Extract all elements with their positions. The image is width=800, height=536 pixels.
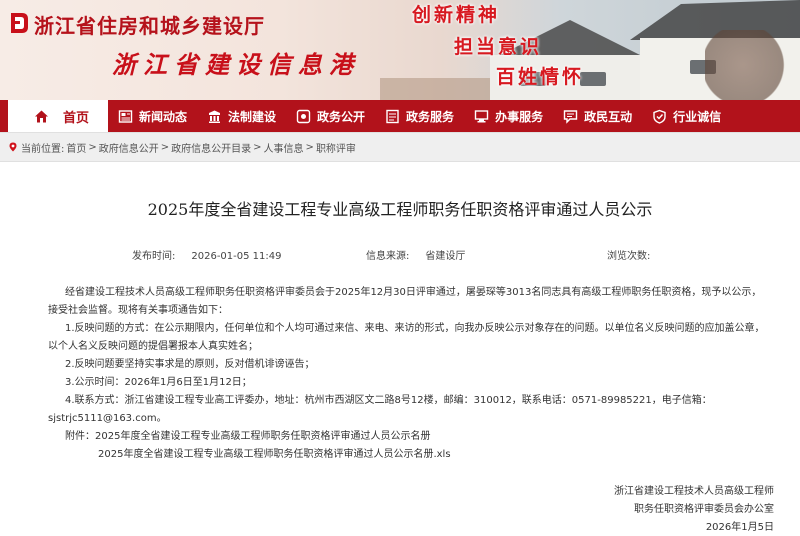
publish-time: 发布时间: 2026-01-05 11:49 (132, 247, 282, 262)
breadcrumb-separator: > (253, 141, 262, 153)
nav-item-label: 办事服务 (495, 109, 544, 124)
breadcrumb-link-personnel[interactable]: 人事信息 (264, 140, 304, 155)
nav-item-credit[interactable]: 行业诚信 (642, 100, 731, 132)
nav-item-handling[interactable]: 办事服务 (464, 100, 553, 132)
handling-icon (474, 109, 489, 124)
home-icon (34, 109, 49, 124)
article-paragraph: 以个人名义反映问题的提倡署报本人真实姓名； (48, 341, 258, 352)
credit-icon (652, 109, 667, 124)
signature-date: 2026年1月5日 (705, 522, 774, 533)
email-link[interactable]: sjstrjc5111@163.com。 (48, 409, 167, 424)
article-paragraph: 接受社会监督。现将有关事项通告如下： (48, 305, 228, 316)
slogan-text: 担当意识 (454, 36, 543, 58)
nav-item-label: 行业诚信 (673, 109, 722, 124)
nav-item-label: 法制建设 (228, 109, 277, 124)
nav-item-label: 政务公开 (317, 109, 366, 124)
nav-item-label: 首页 (63, 110, 90, 126)
breadcrumb-link-gov-info-catalog[interactable]: 政府信息公开目录 (171, 140, 251, 155)
site-logo-icon[interactable] (8, 10, 30, 36)
law-icon (207, 109, 222, 124)
nav-item-law[interactable]: 法制建设 (197, 100, 286, 132)
nav-item-interaction[interactable]: 政民互动 (553, 100, 642, 132)
breadcrumb-prefix: 当前位置: (21, 143, 65, 155)
nav-item-disclosure[interactable]: 政务公开 (286, 100, 375, 132)
attachment-link[interactable]: 附件：2025年度全省建设工程专业高级工程师职务任职资格评审通过人员公示名册 (65, 427, 430, 442)
site-subtitle: 浙江省建设信息港 (112, 50, 360, 79)
site-title[interactable]: 浙江省住房和城乡建设厅 (34, 10, 265, 39)
breadcrumb-separator: > (160, 141, 170, 153)
signature-line: 职务任职资格评审委员会办公室 (634, 504, 774, 515)
publish-time-value: 2026-01-05 11:49 (191, 251, 282, 262)
info-source: 信息来源: 省建设厅 (366, 247, 465, 262)
breadcrumb: 当前位置: 首页 > 政府信息公开 > 政府信息公开目录 > 人事信息 > 职称… (0, 132, 800, 162)
banner-tree (705, 30, 800, 100)
breadcrumb-separator: > (305, 141, 314, 153)
nav-item-label: 新闻动态 (139, 109, 188, 124)
article-paragraph: 2.反映问题要坚持实事求是的原则，反对借机诽谤诬告； (65, 359, 315, 370)
info-source-label: 信息来源: (366, 251, 410, 262)
interaction-icon (563, 109, 578, 124)
article-paragraph: 3.公示时间：2026年1月6日至1月12日； (65, 377, 252, 388)
attachment-file-link[interactable]: 2025年度全省建设工程专业高级工程师职务任职资格评审通过人员公示名册.xls (98, 445, 451, 460)
nav-item-home[interactable]: 首页 (8, 100, 108, 132)
slogan-text: 创新精神 (412, 4, 501, 26)
service-icon (385, 109, 400, 124)
location-pin-icon (9, 142, 17, 152)
info-source-value: 省建设厅 (425, 251, 466, 262)
publish-time-label: 发布时间: (132, 251, 176, 262)
nav-item-label: 政务服务 (406, 109, 455, 124)
slogan-text: 百姓情怀 (496, 66, 585, 88)
nav-item-news[interactable]: 新闻动态 (108, 100, 197, 132)
breadcrumb-separator: > (88, 141, 97, 153)
article-title: 2025年度全省建设工程专业高级工程师职务任职资格评审通过人员公示 (147, 200, 653, 219)
breadcrumb-link-title-review[interactable]: 职称评审 (316, 140, 356, 155)
view-count-label: 浏览次数: (607, 251, 651, 262)
nav-item-service[interactable]: 政务服务 (375, 100, 464, 132)
header-banner: 浙江省住房和城乡建设厅 浙江省建设信息港 创新精神 担当意识 百姓情怀 (0, 0, 800, 100)
breadcrumb-link-gov-info[interactable]: 政府信息公开 (99, 140, 159, 155)
nav-item-label: 政民互动 (584, 109, 633, 124)
disclosure-icon (296, 109, 311, 124)
article-paragraph: 4.联系方式：浙江省建设工程专业高工评委办，地址：杭州市西湖区文二路8号12楼，… (65, 395, 712, 406)
view-count: 浏览次数: (607, 247, 650, 262)
article-paragraph: 经省建设工程技术人员高级工程师职务任职资格评审委员会于2025年12月30日评审… (65, 287, 762, 298)
main-nav: 首页 新闻动态 法制建设 政务公开 政务服务 办事服务 政民互动 行业诚信 (0, 100, 800, 132)
newspaper-icon (118, 109, 133, 124)
article-paragraph: 1.反映问题的方式：在公示期限内，任何单位和个人均可通过来信、来电、来访的形式，… (65, 323, 765, 334)
signature-line: 浙江省建设工程技术人员高级工程师 (614, 486, 774, 497)
breadcrumb-link-home[interactable]: 首页 (66, 140, 86, 155)
